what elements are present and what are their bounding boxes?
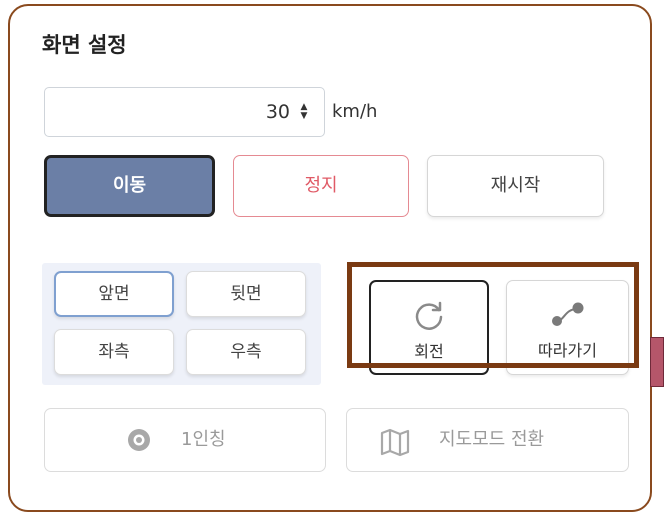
spinner-icon[interactable]: ▲ ▼ — [298, 103, 310, 121]
first-person-label: 1인칭 — [181, 429, 226, 450]
speed-input[interactable]: 30 ▲ ▼ — [44, 87, 325, 137]
side-panel-edge[interactable] — [650, 337, 664, 387]
rotate-button[interactable]: 회전 — [369, 280, 489, 375]
stop-button[interactable]: 정지 — [233, 155, 409, 217]
view-direction-group: 앞면 뒷면 좌측 우측 — [42, 263, 321, 385]
move-button[interactable]: 이동 — [44, 155, 215, 217]
view-left-button[interactable]: 좌측 — [54, 329, 174, 375]
rotate-icon — [415, 301, 443, 330]
speed-unit: km/h — [332, 101, 378, 122]
map-mode-label: 지도모드 전환 — [439, 429, 545, 450]
map-icon — [380, 428, 410, 457]
first-person-button[interactable]: 1인칭 — [44, 408, 326, 472]
view-right-button[interactable]: 우측 — [186, 329, 306, 375]
screen-settings-page: 화면 설정 30 ▲ ▼ km/h 이동 정지 재시작 앞면 뒷면 좌측 우측 회… — [0, 0, 664, 515]
view-back-button[interactable]: 뒷면 — [186, 271, 306, 317]
follow-label: 따라가기 — [538, 341, 597, 360]
eye-icon — [128, 429, 150, 451]
follow-button[interactable]: 따라가기 — [506, 280, 629, 375]
panel-title: 화면 설정 — [42, 33, 127, 57]
restart-button[interactable]: 재시작 — [427, 155, 604, 217]
view-front-button[interactable]: 앞면 — [54, 271, 174, 317]
rotate-label: 회전 — [414, 342, 444, 361]
route-icon — [551, 302, 583, 326]
speed-value: 30 — [265, 101, 290, 123]
map-mode-button[interactable]: 지도모드 전환 — [346, 408, 629, 472]
